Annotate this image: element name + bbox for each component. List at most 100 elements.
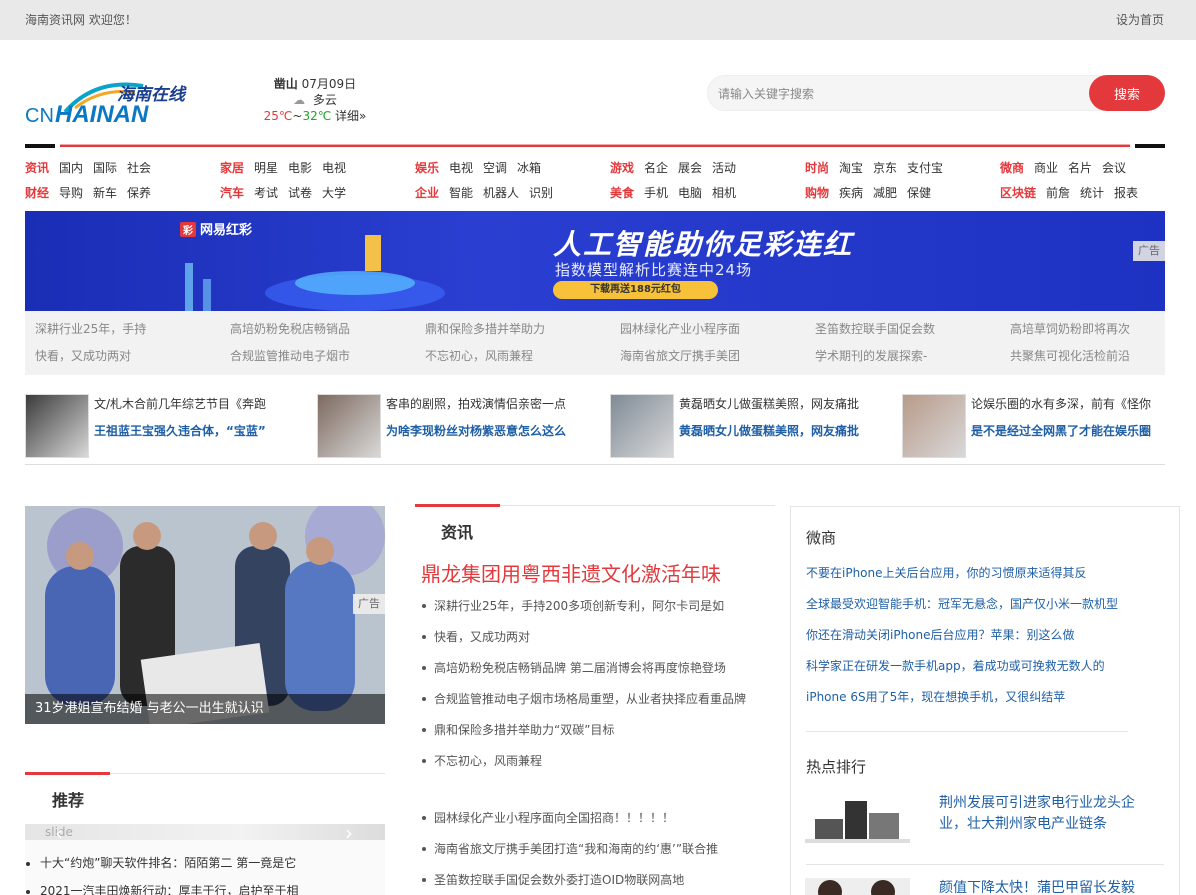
text-link[interactable]: 深耕行业25年，手持: [35, 319, 225, 346]
nav-item[interactable]: 活动: [712, 161, 736, 175]
nav-item[interactable]: 淘宝: [839, 161, 863, 175]
nav-item[interactable]: 大学: [322, 186, 346, 200]
thumb-title[interactable]: 王祖蓝王宝强久违合体，“宝蓝”: [94, 422, 314, 439]
ad-banner[interactable]: 彩网易红彩 人工智能助你足彩连红 指数模型解析比赛连中24场 下载再送188元红…: [25, 211, 1165, 311]
nav-category-head[interactable]: 时尚: [805, 161, 829, 175]
text-link[interactable]: 海南省旅文厅携手美团: [620, 346, 810, 373]
nav-item[interactable]: 新车: [93, 186, 117, 200]
thumb-summary[interactable]: 论娱乐圈的水有多深，前有《怪你: [971, 395, 1191, 412]
list-item[interactable]: 不要在iPhone上关后台应用，你的习惯原来适得其反: [806, 564, 1118, 595]
feature-slide[interactable]: 广告 31岁港姐宣布结婚 与老公一出生就认识: [25, 506, 385, 724]
list-item[interactable]: 园林绿化产业小程序面向全国招商！！！！！: [421, 808, 718, 839]
list-item[interactable]: iPhone 6S用了5年，现在想换手机，又很纠结苹: [806, 688, 1118, 719]
nav-item[interactable]: 试卷: [288, 186, 312, 200]
nav-category-head[interactable]: 游戏: [610, 161, 634, 175]
text-link[interactable]: 不忘初心，风雨兼程: [425, 346, 615, 373]
text-link[interactable]: 高培草饲奶粉即将再次: [1010, 319, 1196, 346]
list-item[interactable]: 深耕行业25年，手持200多项创新专利，阿尔卡司是如: [421, 596, 746, 627]
chevron-right-icon[interactable]: ›: [345, 823, 359, 843]
list-item[interactable]: 海南省旅文厅携手美团打造“我和海南的约‘惠’”联合推: [421, 839, 718, 870]
list-item[interactable]: 十大“约炮”聊天软件排名：陌陌第二 第一竟是它: [40, 854, 299, 882]
nav-item[interactable]: 社会: [127, 161, 151, 175]
thumb-news-item[interactable]: 客串的剧照，拍戏演情侣亲密一点 为啥李现粉丝对杨紫恶意怎么这么: [317, 394, 607, 460]
nav-item[interactable]: 电脑: [678, 186, 702, 200]
thumb-summary[interactable]: 黄磊晒女儿做蛋糕美照，网友痛批: [679, 395, 899, 412]
list-item[interactable]: 快看，又成功两对: [421, 627, 746, 658]
thumb-summary[interactable]: 文/札木合前几年综艺节目《奔跑: [94, 395, 314, 412]
list-item[interactable]: 合规监管推动电子烟市场格局重塑，从业者抉择应看重品牌: [421, 689, 746, 720]
chevron-left-icon[interactable]: ‹: [55, 823, 69, 843]
nav-item[interactable]: 机器人: [483, 186, 519, 200]
text-link[interactable]: 园林绿化产业小程序面: [620, 319, 810, 346]
nav-item[interactable]: 电视: [322, 161, 346, 175]
weather-detail-link[interactable]: 详细»: [335, 109, 366, 123]
search-input[interactable]: [718, 84, 1078, 104]
nav-item[interactable]: 相机: [712, 186, 736, 200]
thumb-image[interactable]: [317, 394, 381, 458]
thumb-title[interactable]: 为啥李现粉丝对杨紫恶意怎么这么: [386, 422, 606, 439]
nav-item[interactable]: 明星: [254, 161, 278, 175]
thumb-image[interactable]: [902, 394, 966, 458]
nav-item[interactable]: 疾病: [839, 186, 863, 200]
nav-item[interactable]: 减肥: [873, 186, 897, 200]
thumb-image[interactable]: [25, 394, 89, 458]
nav-item[interactable]: 手机: [644, 186, 668, 200]
nav-item[interactable]: 前詹: [1046, 186, 1070, 200]
nav-item[interactable]: 电影: [288, 161, 312, 175]
nav-category-head[interactable]: 娱乐: [415, 161, 439, 175]
thumb-title[interactable]: 黄磊晒女儿做蛋糕美照，网友痛批: [679, 422, 899, 439]
hot-item[interactable]: 颜值下降太快！蒲巴甲留长发毅: [805, 878, 1165, 895]
list-item[interactable]: 圣笛数控联手国促会数外委打造OID物联网高地: [421, 870, 718, 895]
set-homepage-link[interactable]: 设为首页: [1116, 11, 1164, 28]
text-link[interactable]: 共聚焦可视化活检前沿: [1010, 346, 1196, 373]
list-item[interactable]: 科学家正在研发一款手机app，着成功或可挽救无数人的: [806, 657, 1118, 688]
thumb-news-item[interactable]: 黄磊晒女儿做蛋糕美照，网友痛批 黄磊晒女儿做蛋糕美照，网友痛批: [610, 394, 900, 460]
nav-item[interactable]: 保健: [907, 186, 931, 200]
text-link[interactable]: 合规监管推动电子烟市: [230, 346, 420, 373]
nav-item[interactable]: 商业: [1034, 161, 1058, 175]
nav-item[interactable]: 名片: [1068, 161, 1092, 175]
nav-item[interactable]: 报表: [1114, 186, 1138, 200]
nav-item[interactable]: 识别: [529, 186, 553, 200]
nav-category-head[interactable]: 财经: [25, 186, 49, 200]
nav-category-head[interactable]: 区块链: [1000, 186, 1036, 200]
list-item[interactable]: 全球最受欢迎智能手机：冠军无悬念，国产仅小米一款机型: [806, 595, 1118, 626]
text-link[interactable]: 鼎和保险多措并举助力: [425, 319, 615, 346]
nav-category-head[interactable]: 汽车: [220, 186, 244, 200]
nav-item[interactable]: 京东: [873, 161, 897, 175]
text-link[interactable]: 高培奶粉免税店畅销品: [230, 319, 420, 346]
nav-category-head[interactable]: 家居: [220, 161, 244, 175]
banner-cta-button[interactable]: 下载再送188元红包: [553, 281, 718, 299]
text-link[interactable]: 学术期刊的发展探索-: [815, 346, 1005, 373]
nav-item[interactable]: 电视: [449, 161, 473, 175]
list-item[interactable]: 高培奶粉免税店畅销品牌 第二届消博会将再度惊艳登场: [421, 658, 746, 689]
list-item[interactable]: 鼎和保险多措并举助力“双碳”目标: [421, 720, 746, 751]
nav-category-head[interactable]: 企业: [415, 186, 439, 200]
nav-item[interactable]: 国际: [93, 161, 117, 175]
nav-item[interactable]: 冰箱: [517, 161, 541, 175]
list-item[interactable]: 不忘初心，风雨兼程: [421, 751, 746, 782]
nav-category-head[interactable]: 微商: [1000, 161, 1024, 175]
site-logo[interactable]: CN HAINAN 海南在线: [25, 78, 200, 128]
thumb-summary[interactable]: 客串的剧照，拍戏演情侣亲密一点: [386, 395, 606, 412]
thumb-image[interactable]: [610, 394, 674, 458]
nav-item[interactable]: 统计: [1080, 186, 1104, 200]
nav-item[interactable]: 智能: [449, 186, 473, 200]
nav-item[interactable]: 名企: [644, 161, 668, 175]
list-item[interactable]: 你还在滑动关闭iPhone后台应用？苹果：别这么做: [806, 626, 1118, 657]
thumb-news-item[interactable]: 文/札木合前几年综艺节目《奔跑 王祖蓝王宝强久违合体，“宝蓝”: [25, 394, 315, 460]
nav-item[interactable]: 国内: [59, 161, 83, 175]
nav-category-head[interactable]: 美食: [610, 186, 634, 200]
list-item[interactable]: 2021一汽丰田焕新行动：厚丰于行，启护至于相: [40, 882, 299, 895]
nav-category-head[interactable]: 资讯: [25, 161, 49, 175]
nav-item[interactable]: 空调: [483, 161, 507, 175]
nav-item[interactable]: 支付宝: [907, 161, 943, 175]
nav-item[interactable]: 会议: [1102, 161, 1126, 175]
text-link[interactable]: 圣笛数控联手国促会数: [815, 319, 1005, 346]
thumb-title[interactable]: 是不是经过全网黑了才能在娱乐圈: [971, 422, 1191, 439]
nav-item[interactable]: 导购: [59, 186, 83, 200]
nav-item[interactable]: 展会: [678, 161, 702, 175]
nav-item[interactable]: 保养: [127, 186, 151, 200]
nav-category-head[interactable]: 购物: [805, 186, 829, 200]
hot-item[interactable]: 荆州发展可引进家电行业龙头企业，壮大荆州家电产业链条: [805, 793, 1165, 853]
